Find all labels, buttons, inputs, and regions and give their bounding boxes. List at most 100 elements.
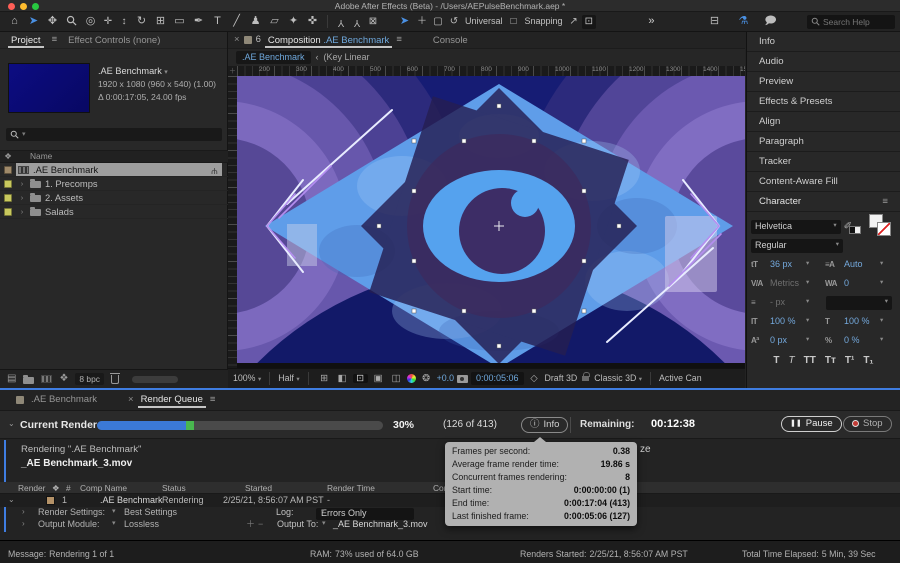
close-tab-icon[interactable]: × — [234, 35, 240, 45]
pause-button[interactable]: ❚❚ Pause — [781, 416, 842, 432]
remove-output-icon[interactable]: − — [258, 520, 263, 529]
add-output-icon[interactable]: ＋ — [246, 520, 255, 529]
item-name[interactable]: Salads — [45, 206, 74, 216]
output-module-value[interactable]: Lossless — [124, 520, 159, 529]
tsume-value[interactable]: 0 % — [844, 336, 878, 345]
workspace-panel-icon[interactable]: ⊟ — [705, 16, 724, 27]
name-column-header[interactable]: Name — [30, 152, 52, 161]
stroke-color-swatch[interactable] — [876, 221, 891, 236]
horizontal-scale-dropdown-icon[interactable]: ▾ — [880, 318, 883, 325]
render-queue-menu-icon[interactable]: ≡ — [210, 395, 216, 405]
sidebar-item-effects-presets[interactable]: Effects & Presets — [747, 92, 900, 112]
expand-chevron-icon[interactable]: › — [18, 180, 26, 188]
item-name[interactable]: 1. Precomps — [45, 178, 98, 188]
snapping-label[interactable]: Snapping — [525, 17, 563, 26]
project-search-field[interactable]: ▾ — [6, 128, 222, 141]
number-column-header[interactable]: # — [66, 484, 71, 493]
vertical-scale-value[interactable]: 100 % — [770, 317, 804, 326]
stroke-width-dropdown-icon[interactable]: ▾ — [806, 299, 809, 306]
label-color-swatch[interactable] — [4, 193, 12, 202]
item-name[interactable]: .AE Benchmark — [33, 164, 98, 174]
pan-camera-tool-icon[interactable]: ✛ — [100, 16, 116, 27]
leading-value[interactable]: Auto — [844, 260, 878, 269]
mask-feather-icon[interactable]: ↗ — [566, 16, 582, 27]
expand-chevron-icon[interactable]: › — [18, 194, 26, 202]
status-column-header[interactable]: Status — [162, 484, 186, 493]
composition-name[interactable]: .AE Benchmark — [98, 66, 162, 76]
render-column-header[interactable]: Render — [18, 484, 45, 493]
collapse-chevron-icon[interactable]: ⌄ — [8, 420, 15, 428]
project-row-composition[interactable]: .AE Benchmark Ψ — [0, 163, 228, 177]
close-tab-icon[interactable]: × — [128, 395, 134, 405]
mask-visibility-icon[interactable]: ◧ — [335, 374, 350, 384]
tracking-value[interactable]: 0 — [844, 279, 878, 288]
sidebar-item-info[interactable]: Info — [747, 32, 900, 52]
toolbar-overflow-button[interactable]: » — [642, 16, 661, 27]
collapse-chevron-icon[interactable]: ⌄ — [8, 496, 15, 504]
subscript-button[interactable]: T₁ — [863, 356, 873, 366]
leading-dropdown-icon[interactable]: ▾ — [880, 261, 883, 268]
project-row-folder[interactable]: › 1. Precomps — [0, 177, 228, 191]
render-settings-value[interactable]: Best Settings — [124, 508, 177, 517]
label-color-swatch[interactable] — [4, 179, 12, 188]
orbit-camera-tool-icon[interactable]: ◎ — [81, 16, 100, 27]
new-composition-icon[interactable] — [41, 375, 53, 383]
hand-tool-icon[interactable]: ✥ — [43, 16, 62, 27]
universal-label[interactable]: Universal — [465, 17, 503, 26]
composition-panel-menu-icon[interactable]: ≡ — [396, 35, 402, 45]
tab-composition[interactable]: Composition .AE Benchmark — [265, 32, 392, 49]
label-color-swatch[interactable] — [46, 496, 55, 505]
dolly-camera-tool-icon[interactable]: ↕ — [116, 16, 132, 27]
grid-guides-icon[interactable]: ⊞ — [317, 374, 332, 384]
puppet-pin-tool-icon[interactable]: ✜ — [303, 16, 322, 27]
view-axis-mode-icon[interactable]: ⊠ — [365, 16, 381, 27]
comp-name-column-header[interactable]: Comp Name — [80, 484, 127, 493]
sidebar-item-tracker[interactable]: Tracker — [747, 152, 900, 172]
small-caps-button[interactable]: Tᴛ — [825, 356, 836, 366]
local-axis-mode-icon[interactable]: Y — [333, 17, 349, 28]
superscript-button[interactable]: T¹ — [845, 356, 854, 366]
new-folder-icon[interactable] — [23, 374, 35, 384]
tab-project[interactable]: Project — [8, 32, 44, 49]
character-panel-menu-icon[interactable]: ≡ — [882, 197, 888, 207]
shape-mode-icon[interactable]: ▢ — [430, 16, 446, 27]
output-module-dropdown-icon[interactable]: ▾ — [112, 520, 116, 527]
project-row-folder[interactable]: › Salads — [0, 205, 228, 219]
baseline-shift-value[interactable]: 0 px — [770, 336, 804, 345]
resolution-dropdown[interactable]: Half ▾ — [278, 373, 299, 384]
tab-effect-controls[interactable]: Effect Controls (none) — [65, 32, 163, 49]
tab-console[interactable]: Console — [430, 32, 471, 49]
rectangle-mask-tool-icon[interactable]: ▭ — [170, 16, 189, 27]
fill-stroke-swatches[interactable] — [848, 213, 896, 240]
item-name[interactable]: 2. Assets — [45, 192, 83, 202]
renderer-dropdown[interactable]: Classic 3D ▾ — [594, 373, 642, 384]
region-of-interest-icon[interactable]: ⊡ — [352, 374, 368, 384]
search-help-box[interactable] — [807, 14, 895, 29]
pen-tool-icon[interactable]: ✒ — [189, 16, 208, 27]
expand-chevron-icon[interactable]: › — [22, 520, 25, 528]
faux-italic-button[interactable]: T — [789, 356, 795, 366]
beta-flask-icon[interactable]: ⚗ — [734, 16, 753, 27]
label-color-column-icon[interactable]: ❖ — [0, 152, 16, 161]
roto-brush-tool-icon[interactable]: ✦ — [284, 16, 303, 27]
type-tool-icon[interactable]: T — [208, 16, 227, 27]
search-options-arrow-icon[interactable]: ▾ — [22, 131, 26, 138]
snapping-checkbox[interactable]: □ — [506, 16, 522, 27]
selection-tool-icon[interactable]: ➤ — [24, 16, 43, 27]
font-family-dropdown[interactable]: Helvetica ▾ — [751, 219, 841, 234]
character-panel-header[interactable]: Character ≡ — [747, 192, 900, 212]
label-color-column-icon[interactable]: ❖ — [52, 484, 60, 493]
channel-color-icon[interactable] — [406, 374, 416, 383]
vertical-ruler[interactable] — [228, 76, 237, 368]
font-size-dropdown-icon[interactable]: ▾ — [806, 261, 809, 268]
stroke-style-dropdown[interactable]: ▾ — [826, 295, 892, 310]
flowchart-dropdown-icon[interactable]: ▾ — [164, 69, 168, 76]
sidebar-item-align[interactable]: Align — [747, 112, 900, 132]
tracking-dropdown-icon[interactable]: ▾ — [880, 280, 883, 287]
item-comp-name[interactable]: .AE Benchmark — [100, 496, 163, 505]
draft-3d-icon[interactable]: ◇ — [527, 374, 542, 384]
composition-viewport[interactable] — [0, 0, 900, 563]
render-settings-dropdown-icon[interactable]: ▾ — [112, 508, 116, 515]
kerning-value[interactable]: Metrics — [770, 279, 804, 288]
current-timecode[interactable]: 0:00:05:06 — [470, 372, 524, 385]
